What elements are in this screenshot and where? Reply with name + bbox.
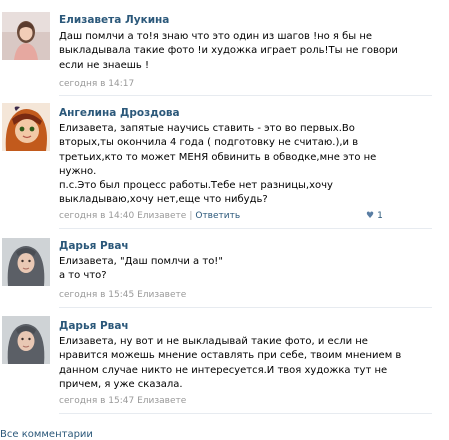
avatar[interactable] bbox=[2, 103, 50, 151]
comment-text-line: данном случае никто не интересуется.И тв… bbox=[59, 364, 388, 376]
avatar[interactable] bbox=[2, 316, 50, 364]
comment-author[interactable]: Елизавета Лукина bbox=[59, 14, 169, 26]
comment-text: Елизавета, "Даш помлчи а то!" а то что? bbox=[59, 255, 429, 284]
avatar-photo-headscarf-icon bbox=[2, 238, 50, 286]
comment-author[interactable]: Ангелина Дроздова bbox=[59, 107, 180, 119]
avatar-photo-headscarf-icon bbox=[2, 316, 50, 364]
comment-author[interactable]: Дарья Рвач bbox=[59, 320, 129, 332]
like-button[interactable]: ♥ 1 bbox=[366, 211, 383, 221]
comment-text-line: причем, я уже сказала. bbox=[59, 378, 183, 390]
divider bbox=[59, 307, 432, 308]
comment-text-line: третьих,кто то может МЕНЯ обвинить в обв… bbox=[59, 151, 377, 163]
comment-text-line: Елизавета, "Даш помлчи а то!" bbox=[59, 256, 223, 267]
divider bbox=[59, 413, 432, 414]
divider bbox=[59, 95, 432, 96]
comment-text-line: Елизавета, ну вот и не выкладывай такие … bbox=[59, 336, 368, 347]
divider bbox=[59, 228, 432, 229]
comment-text-line: выкладывала такие фото !и художка играет… bbox=[59, 45, 398, 57]
comment-time[interactable]: сегодня в 15:47 bbox=[59, 396, 134, 406]
comment-text: Елизавета, запятые научись ставить - это… bbox=[59, 122, 429, 208]
comment-text-line: Елизавета, запятые научись ставить - это… bbox=[59, 123, 355, 134]
separator: | bbox=[189, 211, 193, 221]
comment-text-line: если не знаешь ! bbox=[59, 59, 149, 71]
comment-meta: сегодня в 14:40 Елизавете | Ответить bbox=[59, 211, 240, 221]
comment-text-line: нужно. bbox=[59, 165, 97, 177]
reply-to-name[interactable]: Елизавете bbox=[137, 211, 186, 221]
comment-time[interactable]: сегодня в 15:45 bbox=[59, 290, 134, 300]
reply-to-name[interactable]: Елизавете bbox=[137, 396, 186, 406]
comment-meta: сегодня в 14:17 bbox=[59, 79, 134, 89]
comment-text: Елизавета, ну вот и не выкладывай такие … bbox=[59, 335, 429, 392]
comment-text-line: нравится можешь мнение оставлять при себ… bbox=[59, 350, 402, 362]
comment-text-line: вторых,ты окончила 4 года ( подготовку н… bbox=[59, 137, 359, 149]
comment-text: Даш помлчи а то!я знаю что это один из ш… bbox=[59, 30, 429, 73]
avatar[interactable] bbox=[2, 12, 50, 60]
comment-text-line: а то что? bbox=[59, 270, 107, 282]
avatar-photo-girl-icon bbox=[2, 12, 50, 60]
all-comments-link[interactable]: Все комментарии bbox=[0, 429, 93, 440]
heart-icon: ♥ bbox=[366, 211, 375, 221]
reply-button[interactable]: Ответить bbox=[195, 211, 240, 221]
comment-time[interactable]: сегодня в 14:40 bbox=[59, 211, 134, 221]
comment-time[interactable]: сегодня в 14:17 bbox=[59, 79, 134, 89]
reply-to-name[interactable]: Елизавете bbox=[137, 290, 186, 300]
like-count: 1 bbox=[377, 211, 383, 221]
avatar-cartoon-girl-icon bbox=[2, 103, 50, 151]
comment-text-line: выкладываю,хочу нет,еще что нибудь? bbox=[59, 194, 268, 206]
comment-text-line: п.с.Это был процесс работы.Тебе нет разн… bbox=[59, 180, 333, 192]
avatar[interactable] bbox=[2, 238, 50, 286]
comment-author[interactable]: Дарья Рвач bbox=[59, 240, 129, 252]
comment-meta: сегодня в 15:45 Елизавете bbox=[59, 290, 186, 300]
comment-text-line: Даш помлчи а то!я знаю что это один из ш… bbox=[59, 31, 373, 42]
comment-meta: сегодня в 15:47 Елизавете bbox=[59, 396, 186, 406]
